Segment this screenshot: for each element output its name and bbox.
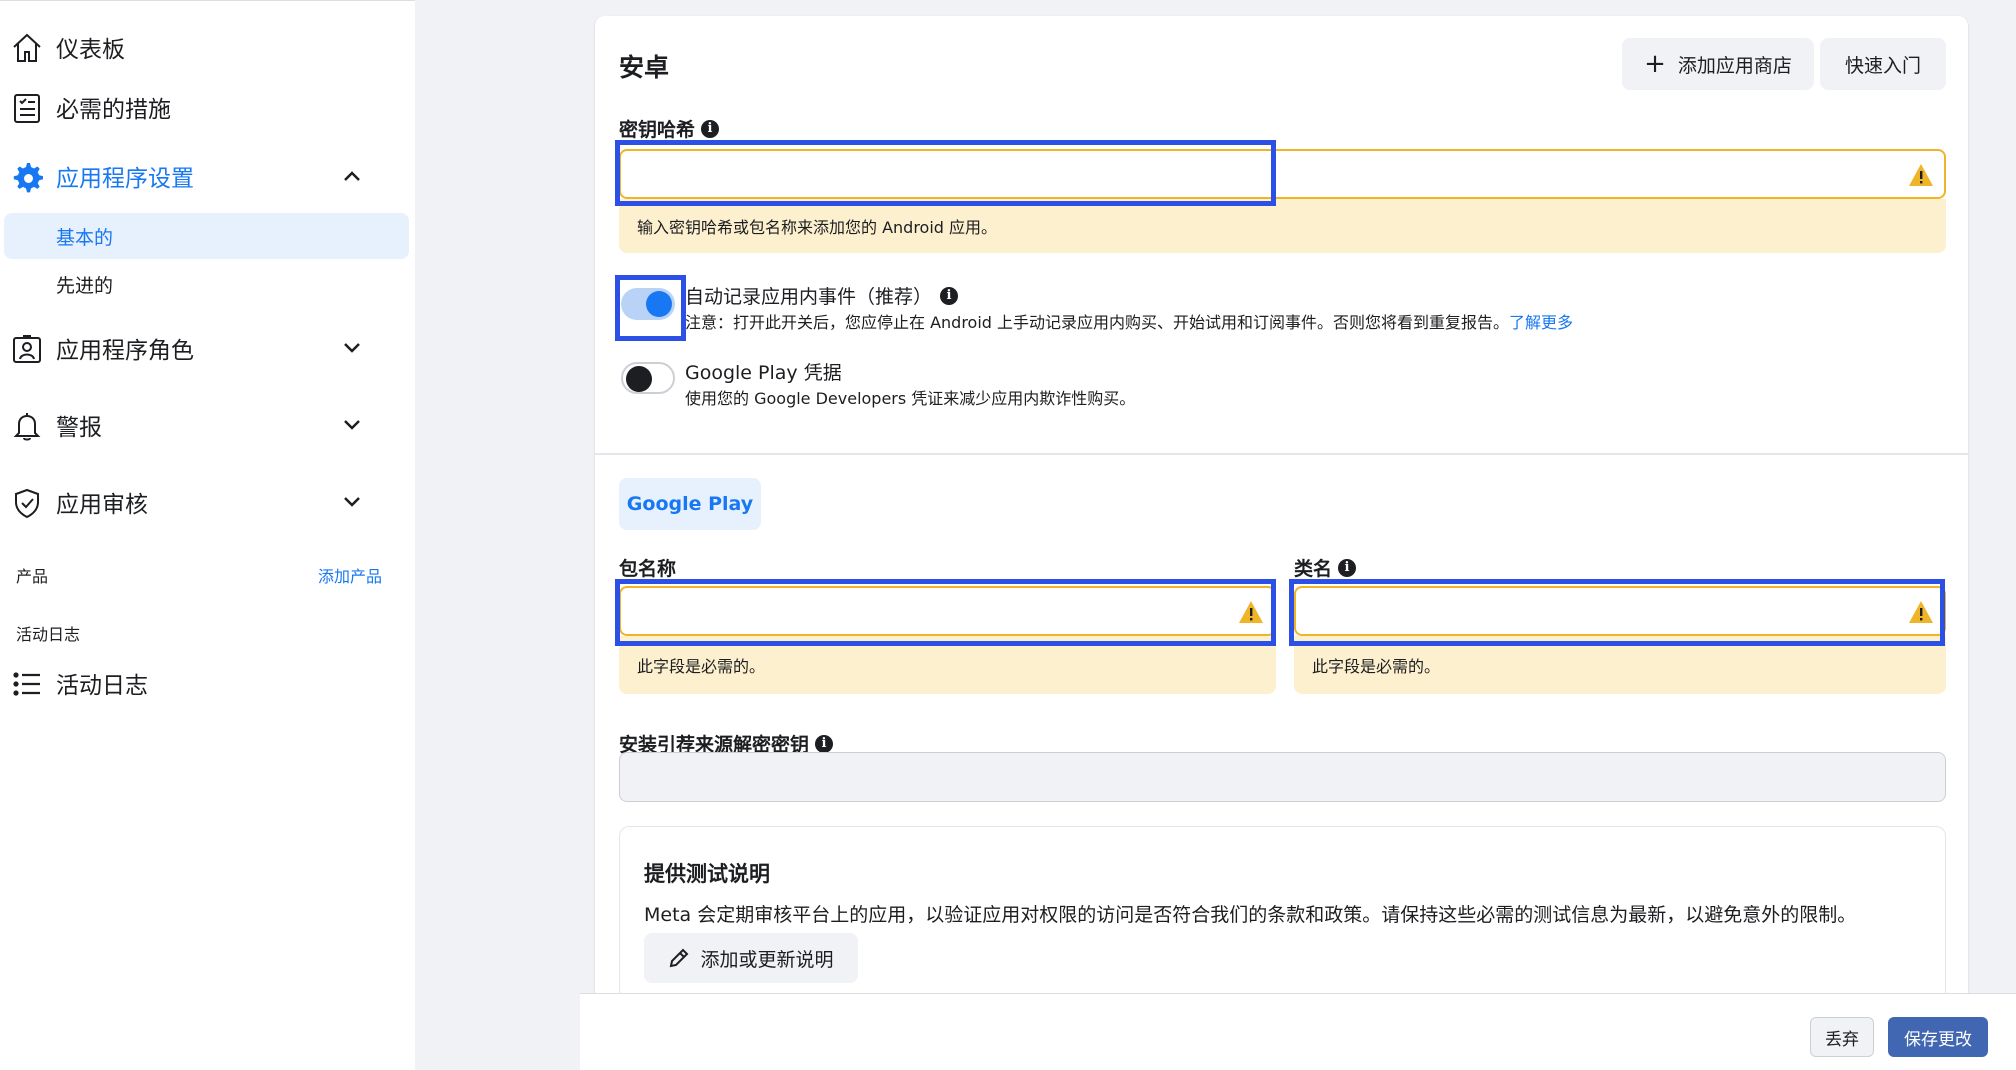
auto-log-events-toggle[interactable] bbox=[621, 288, 675, 320]
key-hash-input[interactable] bbox=[619, 149, 1946, 199]
home-icon bbox=[10, 31, 44, 65]
sidebar-subitem-label: 先进的 bbox=[56, 274, 114, 297]
auto-log-events-desc: 注意：打开此开关后，您应停止在 Android 上手动记录应用内购买、开始试用和… bbox=[685, 313, 1574, 332]
list-icon bbox=[10, 667, 44, 701]
test-instructions-title: 提供测试说明 bbox=[644, 862, 770, 886]
info-icon[interactable]: i bbox=[815, 734, 834, 753]
section-divider bbox=[595, 453, 1968, 455]
warning-icon bbox=[1239, 601, 1263, 623]
plus-icon: + bbox=[1644, 49, 1666, 79]
warning-icon bbox=[1909, 164, 1933, 186]
products-section-label: 产品 bbox=[16, 567, 49, 586]
save-changes-button[interactable]: 保存更改 bbox=[1888, 1017, 1988, 1057]
bell-icon bbox=[10, 409, 44, 443]
sidebar-item-app-settings[interactable]: 应用程序设置 bbox=[0, 152, 415, 200]
package-name-input[interactable] bbox=[619, 586, 1276, 636]
chevron-down-icon[interactable] bbox=[340, 490, 364, 514]
checklist-icon bbox=[10, 91, 44, 125]
google-play-credentials-desc: 使用您的 Google Developers 凭证来减少应用内欺诈性购买。 bbox=[685, 389, 1136, 408]
install-referrer-input[interactable] bbox=[619, 752, 1946, 802]
sidebar-item-label: 活动日志 bbox=[56, 673, 148, 699]
sidebar-item-app-roles[interactable]: 应用程序角色 bbox=[0, 324, 415, 372]
sidebar-subitem-advanced[interactable]: 先进的 bbox=[4, 261, 409, 307]
add-app-store-button[interactable]: + 添加应用商店 bbox=[1622, 38, 1814, 90]
footer-bar: 丢弃 保存更改 bbox=[580, 993, 2016, 1070]
package-name-warning: 此字段是必需的。 bbox=[619, 636, 1276, 694]
google-play-credentials-title: Google Play 凭据 bbox=[685, 362, 842, 384]
info-icon[interactable]: i bbox=[940, 286, 959, 305]
roles-icon bbox=[10, 332, 44, 366]
sidebar-item-dashboard[interactable]: 仪表板 bbox=[0, 23, 415, 71]
key-hash-warning: 输入密钥哈希或包名称来添加您的 Android 应用。 bbox=[619, 199, 1946, 253]
android-platform-card: 安卓 + 添加应用商店 快速入门 密钥哈希 i 输入密钥哈希或包名称来添加您的 … bbox=[595, 16, 1968, 1070]
auto-log-events-title: 自动记录应用内事件（推荐） i bbox=[685, 282, 959, 309]
toggle-knob bbox=[646, 291, 672, 317]
info-icon[interactable]: i bbox=[701, 119, 720, 138]
sidebar-item-activity-log[interactable]: 活动日志 bbox=[0, 659, 415, 707]
class-name-field[interactable] bbox=[1296, 588, 1944, 634]
activity-section-label: 活动日志 bbox=[16, 625, 81, 644]
package-name-field[interactable] bbox=[621, 588, 1274, 634]
chevron-up-icon[interactable] bbox=[340, 164, 364, 188]
sidebar-item-app-review[interactable]: 应用审核 bbox=[0, 478, 415, 526]
sidebar-item-label: 应用程序角色 bbox=[56, 338, 194, 364]
sidebar-item-label: 应用审核 bbox=[56, 492, 148, 518]
sidebar-item-label: 必需的措施 bbox=[56, 97, 171, 123]
quickstart-button[interactable]: 快速入门 bbox=[1820, 38, 1946, 90]
sidebar-item-label: 仪表板 bbox=[56, 37, 125, 63]
discard-button[interactable]: 丢弃 bbox=[1810, 1017, 1874, 1057]
toggle-knob bbox=[626, 366, 652, 392]
warning-icon bbox=[1909, 601, 1933, 623]
add-update-instructions-button[interactable]: 添加或更新说明 bbox=[644, 933, 858, 983]
class-name-label: 类名 i bbox=[1294, 554, 1357, 581]
gear-icon bbox=[10, 160, 44, 194]
learn-more-link[interactable]: 了解更多 bbox=[1509, 313, 1573, 332]
sidebar: 仪表板 必需的措施 应用程序设置 基本的 先进的 应用程序角色 警报 应用审核 … bbox=[0, 0, 415, 1070]
class-name-input[interactable] bbox=[1294, 586, 1946, 636]
key-hash-field[interactable] bbox=[621, 151, 1944, 197]
sidebar-item-required-actions[interactable]: 必需的措施 bbox=[0, 83, 415, 131]
tab-google-play[interactable]: Google Play bbox=[619, 478, 761, 530]
pencil-icon bbox=[668, 947, 690, 969]
google-play-credentials-toggle[interactable] bbox=[621, 362, 675, 394]
sidebar-item-label: 应用程序设置 bbox=[56, 166, 194, 192]
sidebar-subitem-basic[interactable]: 基本的 bbox=[4, 213, 409, 259]
chevron-down-icon[interactable] bbox=[340, 336, 364, 360]
sidebar-item-label: 警报 bbox=[56, 415, 102, 441]
shield-check-icon bbox=[10, 486, 44, 520]
sidebar-item-alerts[interactable]: 警报 bbox=[0, 401, 415, 449]
class-name-warning: 此字段是必需的。 bbox=[1294, 636, 1946, 694]
add-product-link[interactable]: 添加产品 bbox=[318, 563, 382, 587]
chevron-down-icon[interactable] bbox=[340, 413, 364, 437]
package-name-label: 包名称 bbox=[619, 558, 677, 580]
platform-title: 安卓 bbox=[619, 53, 670, 82]
key-hash-label: 密钥哈希 i bbox=[619, 115, 720, 142]
sidebar-subitem-label: 基本的 bbox=[56, 226, 114, 249]
info-icon[interactable]: i bbox=[1338, 558, 1357, 577]
test-instructions-desc: Meta 会定期审核平台上的应用，以验证应用对权限的访问是否符合我们的条款和政策… bbox=[644, 904, 1857, 926]
